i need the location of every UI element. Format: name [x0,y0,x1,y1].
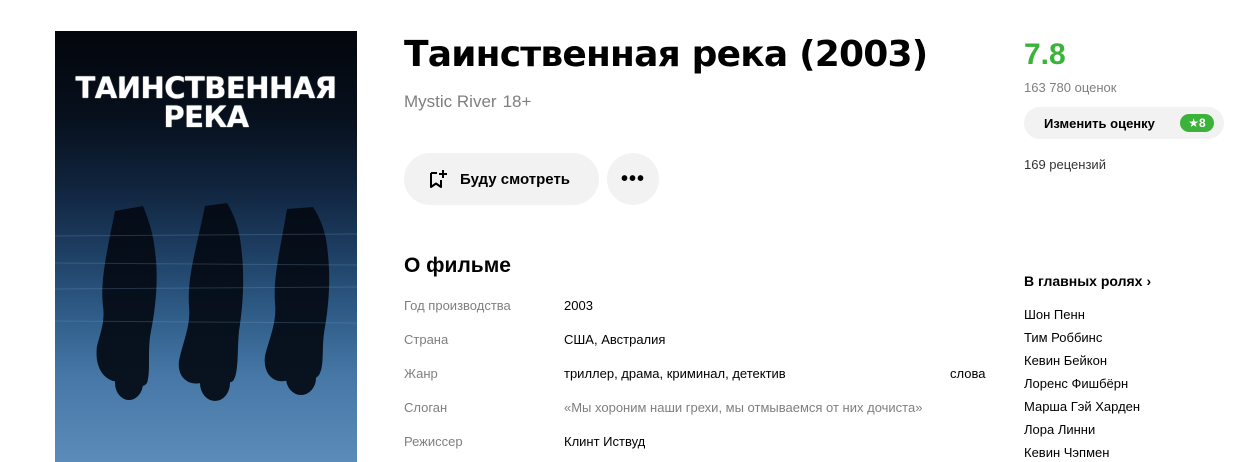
poster-title: ТАИНСТВЕННАЯ РЕКА [75,71,337,134]
movie-poster[interactable]: ТАИНСТВЕННАЯ РЕКА [55,31,357,462]
info-row-country: Страна США, Австралия [404,332,1004,352]
cast-actor-link[interactable]: Кевин Бейкон [1024,351,1140,374]
info-row-tagline: Слоган «Мы хороним наши грехи, мы отмыва… [404,400,1004,420]
original-title: Mystic River [404,92,497,111]
chevron-right-icon: › [1146,273,1152,289]
rating-votes-count: 163 780 оценок [1024,80,1117,95]
info-value-genre[interactable]: триллер, драма, криминал, детектив [564,366,786,381]
cast-heading-link[interactable]: В главных ролях › [1024,273,1151,289]
info-label: Режиссер [404,434,463,449]
genre-keywords-link[interactable]: слова [950,366,985,381]
cast-actor-link[interactable]: Тим Роббинс [1024,328,1140,351]
more-dots-icon: ••• [620,167,645,190]
my-score-badge: ★8 [1180,114,1214,132]
change-rating-button[interactable]: Изменить оценку ★8 [1024,107,1224,139]
cast-list: Шон Пенн Тим Роббинс Кевин Бейкон Лоренс… [1024,305,1140,462]
rating-score: 7.8 [1024,38,1066,71]
info-row-year: Год производства 2003 [404,298,1004,318]
cast-heading-label: В главных ролях [1024,273,1143,289]
age-rating: 18+ [502,92,532,111]
about-heading: О фильме [404,254,511,277]
original-title-row: Mystic River 18+ [404,92,531,112]
info-row-director: Режиссер Клинт Иствуд [404,434,1004,454]
info-row-genre: Жанр триллер, драма, криминал, детектив … [404,366,1004,386]
cast-actor-link[interactable]: Кевин Чэпмен [1024,443,1140,462]
info-value-tagline: «Мы хороним наши грехи, мы отмываемся от… [564,400,923,415]
info-label: Слоган [404,400,448,415]
page-title: Таинственная река (2003) [404,34,928,75]
cast-actor-link[interactable]: Лоренс Фишбёрн [1024,374,1140,397]
cast-actor-link[interactable]: Марша Гэй Харден [1024,397,1140,420]
more-options-button[interactable]: ••• [607,153,659,205]
info-value-year[interactable]: 2003 [564,298,593,313]
bookmark-add-icon [430,170,447,188]
info-label: Год производства [404,298,511,313]
info-label: Жанр [404,366,438,381]
cast-actor-link[interactable]: Шон Пенн [1024,305,1140,328]
reviews-count-link[interactable]: 169 рецензий [1024,157,1106,172]
cast-actor-link[interactable]: Лора Линни [1024,420,1140,443]
info-value-director[interactable]: Клинт Иствуд [564,434,645,449]
info-value-country[interactable]: США, Австралия [564,332,665,347]
watch-later-label: Буду смотреть [460,170,571,188]
change-rating-label: Изменить оценку [1044,115,1155,131]
watch-later-button[interactable]: Буду смотреть [404,153,599,205]
info-label: Страна [404,332,449,347]
